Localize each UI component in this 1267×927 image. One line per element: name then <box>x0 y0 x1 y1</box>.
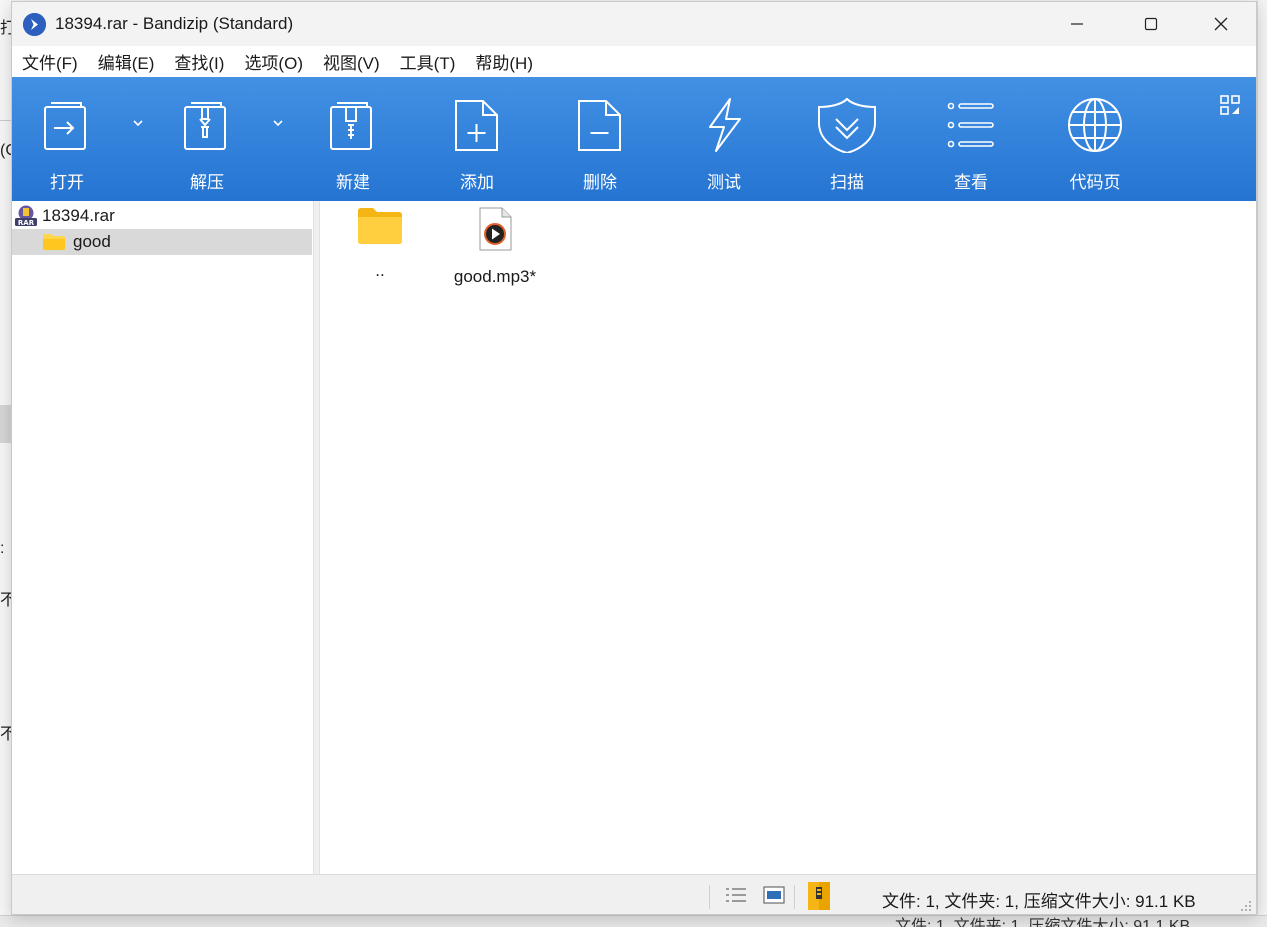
new-button[interactable]: 新建 <box>312 77 394 201</box>
main-content: RAR 18394.rar good .. good.mp3* <box>12 201 1256 874</box>
window-title: 18394.rar - Bandizip (Standard) <box>55 14 294 33</box>
background-window-edge <box>1257 0 1267 927</box>
folder-icon <box>43 234 65 250</box>
add-file-icon <box>455 100 498 151</box>
menu-file[interactable]: 文件(F) <box>12 49 88 74</box>
extract-button[interactable]: 解压 <box>166 77 248 201</box>
view-list-icon <box>947 102 994 148</box>
tree-root-label: 18394.rar <box>42 206 115 225</box>
test-button[interactable]: 测试 <box>683 77 765 201</box>
test-label: 测试 <box>707 173 741 192</box>
open-button[interactable]: 打开 <box>26 77 108 201</box>
minimize-button[interactable] <box>1042 2 1112 46</box>
status-divider <box>709 885 710 909</box>
open-dropdown-chevron-icon[interactable] <box>130 117 146 129</box>
background-text-fragment: 不 <box>0 726 11 743</box>
file-item-parent[interactable]: .. <box>320 207 440 281</box>
open-label: 打开 <box>50 173 84 192</box>
folder-tree[interactable]: RAR 18394.rar good <box>12 201 313 874</box>
menu-view[interactable]: 视图(V) <box>313 49 390 74</box>
new-label: 新建 <box>336 173 370 192</box>
menu-tools[interactable]: 工具(T) <box>390 49 466 74</box>
file-name: good.mp3* <box>453 267 537 286</box>
tree-item-good[interactable]: good <box>12 229 312 255</box>
rar-archive-icon: RAR <box>15 205 37 227</box>
menu-options[interactable]: 选项(O) <box>234 49 313 74</box>
minimize-icon <box>1071 23 1083 25</box>
delete-button[interactable]: 删除 <box>559 77 641 201</box>
background-text-fragment: (C <box>0 142 11 159</box>
file-name: .. <box>375 261 385 280</box>
background-text-fragment: 打 <box>0 20 11 37</box>
delete-label: 删除 <box>583 173 617 192</box>
extract-icon <box>184 102 226 150</box>
bandizip-logo-icon <box>23 13 46 36</box>
close-icon <box>1214 17 1228 31</box>
thumbnail-view-icon[interactable] <box>763 885 785 905</box>
extract-dropdown-chevron-icon[interactable] <box>270 117 286 129</box>
view-label: 查看 <box>954 173 988 192</box>
view-button[interactable]: 查看 <box>930 77 1012 201</box>
archive-info-icon[interactable] <box>807 881 831 911</box>
details-view-icon[interactable] <box>725 885 747 905</box>
layout-toggle-icon[interactable] <box>1220 95 1240 115</box>
media-file-icon <box>479 207 512 251</box>
new-archive-icon <box>330 102 372 150</box>
add-button[interactable]: 添加 <box>436 77 518 201</box>
status-bar: 文件: 1, 文件夹: 1, 压缩文件大小: 91.1 KB <box>12 874 1256 914</box>
codepage-button[interactable]: 代码页 <box>1054 77 1136 201</box>
codepage-globe-icon <box>1068 98 1122 152</box>
codepage-label: 代码页 <box>1069 173 1121 192</box>
background-text-fragment: : <box>0 540 5 557</box>
file-item-good-mp3[interactable]: good.mp3* <box>435 207 555 287</box>
add-label: 添加 <box>460 173 494 192</box>
close-button[interactable] <box>1186 2 1256 46</box>
extract-label: 解压 <box>190 173 224 192</box>
test-lightning-icon <box>709 98 741 152</box>
background-text-fragment: 不 <box>0 592 11 609</box>
scan-label: 扫描 <box>830 173 864 192</box>
tree-item-label: good <box>73 232 111 251</box>
toolbar: 打开 解压 新建 添加 删除 测试 扫描 查看 代码页 <box>12 77 1256 201</box>
menu-edit[interactable]: 编辑(E) <box>88 49 165 74</box>
background-divider <box>0 120 11 121</box>
folder-icon <box>358 208 402 244</box>
resize-grip-icon[interactable] <box>1240 900 1252 912</box>
scan-button[interactable]: 扫描 <box>806 77 888 201</box>
status-divider <box>794 885 795 909</box>
menu-bar: 文件(F) 编辑(E) 查找(I) 选项(O) 视图(V) 工具(T) 帮助(H… <box>12 46 1256 77</box>
bandizip-window: 18394.rar - Bandizip (Standard) 文件(F) 编辑… <box>11 1 1257 915</box>
menu-find[interactable]: 查找(I) <box>164 49 234 74</box>
background-panel-fragment <box>0 405 11 443</box>
menu-help[interactable]: 帮助(H) <box>465 49 543 74</box>
tree-root-item[interactable]: RAR 18394.rar <box>14 205 115 227</box>
svg-text:RAR: RAR <box>18 219 35 227</box>
open-archive-icon <box>44 102 86 150</box>
status-summary: 文件: 1, 文件夹: 1, 压缩文件大小: 91.1 KB <box>882 892 1196 911</box>
title-bar[interactable]: 18394.rar - Bandizip (Standard) <box>12 2 1256 46</box>
maximize-icon <box>1144 17 1158 31</box>
delete-file-icon <box>578 100 621 151</box>
file-list: .. good.mp3* <box>320 201 1256 874</box>
pane-splitter[interactable] <box>313 201 320 874</box>
maximize-button[interactable] <box>1116 2 1186 46</box>
scan-shield-icon <box>818 97 876 153</box>
